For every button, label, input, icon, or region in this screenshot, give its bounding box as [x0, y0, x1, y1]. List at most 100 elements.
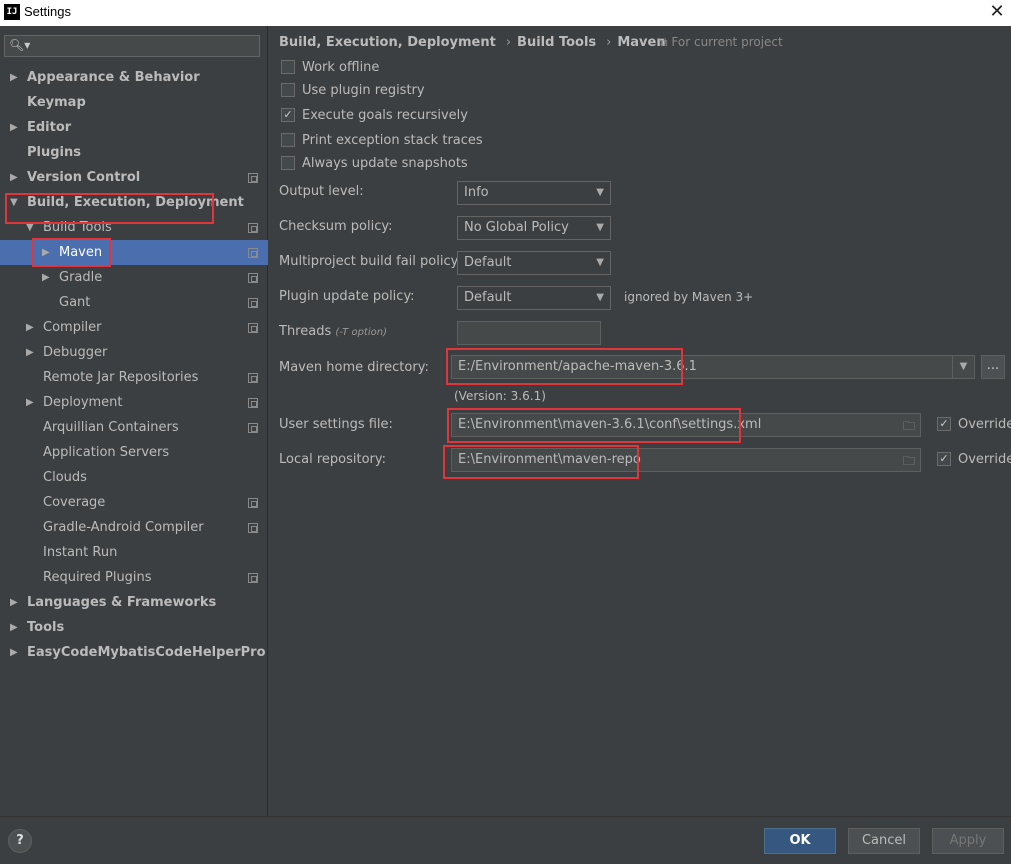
sidebar-item-gant[interactable]: Gant [0, 290, 268, 315]
intellij-app-icon: IJ [4, 4, 20, 20]
chevron-down-icon[interactable]: ▼ [26, 215, 34, 240]
maven-home-browse-button[interactable]: ... [981, 355, 1005, 379]
checkmark-icon: ✓ [937, 416, 951, 431]
folder-icon[interactable]: 🗀 [903, 415, 915, 436]
user-settings-input[interactable]: E:\Environment\maven-3.6.1\conf\settings… [451, 413, 921, 437]
folder-icon[interactable]: 🗀 [903, 450, 915, 471]
sidebar-item-label: Application Servers [43, 445, 170, 460]
scope-note-text: For current project [671, 35, 783, 49]
plugin-update-label: Plugin update policy: [279, 289, 415, 304]
sidebar-item-languages-frameworks[interactable]: ▶ Languages & Frameworks [0, 590, 268, 615]
chevron-right-icon[interactable]: ▶ [10, 165, 18, 190]
sidebar-item-keymap[interactable]: Keymap [0, 90, 268, 115]
plugin-update-note: ignored by Maven 3+ [624, 290, 754, 304]
sidebar-item-gradle[interactable]: ▶ Gradle [0, 265, 268, 290]
checkbox-label: Print exception stack traces [302, 133, 483, 148]
breadcrumb-build-execution-deployment[interactable]: Build, Execution, Deployment [279, 35, 496, 50]
checksum-policy-select[interactable]: No Global Policy ▼ [457, 216, 611, 240]
project-scope-icon [248, 248, 258, 258]
breadcrumb-separator: › [606, 35, 612, 50]
sidebar-item-label: Version Control [27, 170, 141, 185]
sidebar-item-required-plugins[interactable]: Required Plugins [0, 565, 268, 590]
sidebar-item-label: Appearance & Behavior [27, 70, 200, 85]
project-scope-icon [248, 423, 258, 433]
sidebar-item-label: EasyCodeMybatisCodeHelperPro [27, 645, 266, 660]
project-scope-icon [248, 373, 258, 383]
chevron-right-icon[interactable]: ▶ [10, 115, 18, 140]
sidebar-item-label: Required Plugins [43, 570, 152, 585]
breadcrumb: Build, Execution, Deployment › Build Tools… [279, 35, 670, 50]
help-button[interactable]: ? [8, 829, 32, 853]
threads-input[interactable] [457, 321, 601, 345]
maven-home-select[interactable]: E:/Environment/apache-maven-3.6.1 ▼ [451, 355, 975, 379]
sidebar-item-appearance-behavior[interactable]: ▶ Appearance & Behavior [0, 65, 268, 90]
checkbox-always-update-snapshots[interactable]: Always update snapshots [281, 154, 468, 174]
sidebar-item-label: Languages & Frameworks [27, 595, 217, 610]
chevron-down-icon: ▼ [596, 222, 604, 233]
user-settings-override-checkbox[interactable]: ✓ Override [937, 416, 1011, 432]
project-scope-icon [248, 223, 258, 233]
sidebar-item-label: Tools [27, 620, 65, 635]
checkmark-icon: ✓ [281, 108, 295, 122]
sidebar-item-arquillian-containers[interactable]: Arquillian Containers [0, 415, 268, 440]
sidebar-item-clouds[interactable]: Clouds [0, 465, 268, 490]
sidebar-item-gradle-android-compiler[interactable]: Gradle-Android Compiler [0, 515, 268, 540]
sidebar-item-build-execution-deployment[interactable]: ▼ Build, Execution, Deployment [0, 190, 268, 215]
settings-search-input[interactable]: 🔍︎▾ [4, 35, 260, 57]
checkbox-box [281, 156, 295, 170]
output-level-select[interactable]: Info ▼ [457, 181, 611, 205]
sidebar-item-remote-jar-repositories[interactable]: Remote Jar Repositories [0, 365, 268, 390]
plugin-update-select[interactable]: Default ▼ [457, 286, 611, 310]
sidebar-item-plugins[interactable]: Plugins [0, 140, 268, 165]
sidebar-item-debugger[interactable]: ▶ Debugger [0, 340, 268, 365]
checkbox-print-exception-stack-traces[interactable]: Print exception stack traces [281, 131, 483, 151]
local-repository-value: E:\Environment\maven-repo [458, 452, 641, 467]
sidebar-item-application-servers[interactable]: Application Servers [0, 440, 268, 465]
sidebar-item-deployment[interactable]: ▶ Deployment [0, 390, 268, 415]
chevron-right-icon[interactable]: ▶ [42, 240, 50, 265]
cancel-button[interactable]: Cancel [848, 828, 920, 854]
sidebar-item-version-control[interactable]: ▶ Version Control [0, 165, 268, 190]
chevron-right-icon[interactable]: ▶ [26, 315, 34, 340]
chevron-right-icon[interactable]: ▶ [26, 340, 34, 365]
local-repository-input[interactable]: E:\Environment\maven-repo 🗀 [451, 448, 921, 472]
apply-button[interactable]: Apply [932, 828, 1004, 854]
sidebar-item-label: Debugger [43, 345, 108, 360]
multiproject-fail-select[interactable]: Default ▼ [457, 251, 611, 275]
window-title: Settings [24, 4, 71, 19]
close-icon[interactable]: ✕ [985, 0, 1009, 24]
sidebar-item-label: Plugins [27, 145, 81, 160]
sidebar-item-label: Gradle [59, 270, 103, 285]
chevron-down-icon: ▼ [596, 292, 604, 303]
chevron-right-icon[interactable]: ▶ [10, 65, 18, 90]
sidebar-item-instant-run[interactable]: Instant Run [0, 540, 268, 565]
sidebar-item-easycodemybatiscodehelperpro[interactable]: ▶ EasyCodeMybatisCodeHelperPro [0, 640, 268, 665]
checkbox-work-offline[interactable]: Work offline [281, 58, 379, 78]
multiproject-fail-label: Multiproject build fail policy: [279, 254, 462, 269]
sidebar-item-editor[interactable]: ▶ Editor [0, 115, 268, 140]
breadcrumb-build-tools[interactable]: Build Tools [517, 35, 596, 50]
chevron-right-icon[interactable]: ▶ [10, 590, 18, 615]
project-scope-icon [248, 523, 258, 533]
sidebar-item-build-tools[interactable]: ▼ Build Tools [0, 215, 268, 240]
sidebar-item-compiler[interactable]: ▶ Compiler [0, 315, 268, 340]
sidebar-item-maven[interactable]: ▶ Maven [0, 240, 268, 265]
checkbox-use-plugin-registry[interactable]: Use plugin registry [281, 81, 425, 101]
ok-button[interactable]: OK [764, 828, 836, 854]
checksum-policy-value: No Global Policy [464, 220, 569, 235]
local-repository-label: Local repository: [279, 452, 386, 467]
chevron-down-icon[interactable]: ▼ [10, 190, 18, 215]
sidebar-item-coverage[interactable]: Coverage [0, 490, 268, 515]
chevron-right-icon[interactable]: ▶ [10, 640, 18, 665]
local-repo-override-checkbox[interactable]: ✓ Override [937, 451, 1011, 467]
chevron-right-icon[interactable]: ▶ [10, 615, 18, 640]
chevron-right-icon[interactable]: ▶ [26, 390, 34, 415]
sidebar-item-label: Clouds [43, 470, 87, 485]
sidebar-item-tools[interactable]: ▶ Tools [0, 615, 268, 640]
checkbox-execute-goals-recursively[interactable]: ✓ Execute goals recursively [281, 106, 468, 126]
user-settings-value: E:\Environment\maven-3.6.1\conf\settings… [458, 417, 762, 432]
sidebar-item-label: Keymap [27, 95, 86, 110]
title-bar: IJ Settings ✕ [0, 0, 1011, 26]
chevron-down-icon[interactable]: ▼ [952, 356, 974, 378]
chevron-right-icon[interactable]: ▶ [42, 265, 50, 290]
